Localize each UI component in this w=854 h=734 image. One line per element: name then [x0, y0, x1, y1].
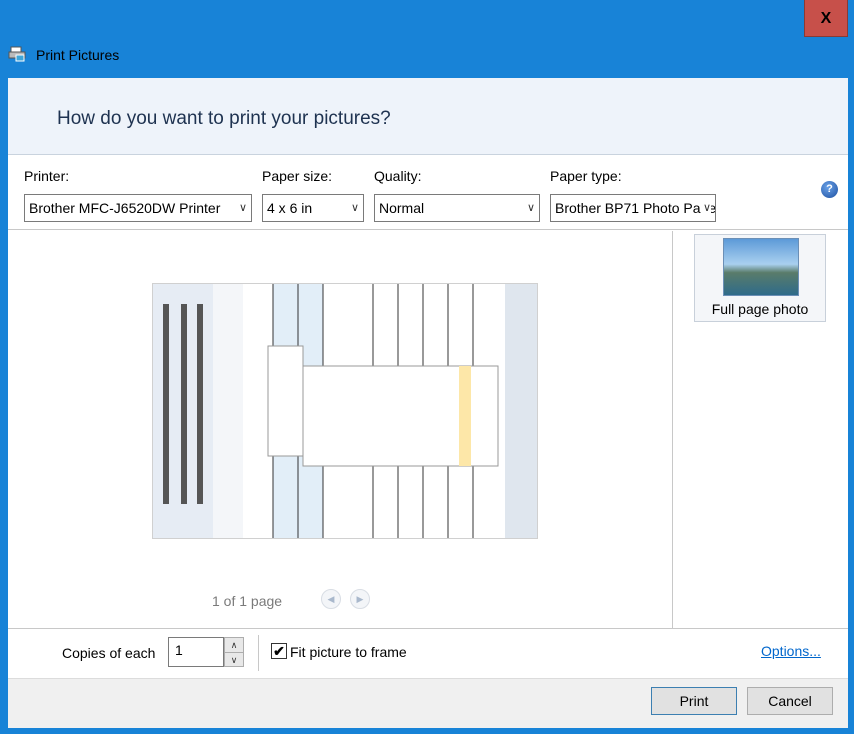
page-indicator: 1 of 1 page [212, 593, 283, 609]
increment-button[interactable]: ∧ [225, 638, 243, 652]
copies-label: Copies of each [62, 645, 156, 661]
dialog-body: How do you want to print your pictures? … [8, 78, 848, 728]
close-button[interactable]: X [804, 0, 848, 37]
document-thumbnail [153, 284, 537, 538]
copies-stepper[interactable]: ∧ ∨ [224, 637, 244, 667]
chevron-down-icon: ∨ [236, 195, 247, 221]
cancel-button[interactable]: Cancel [747, 687, 833, 715]
landscape-thumbnail-icon [723, 238, 799, 296]
dialog-footer: Print Cancel [8, 678, 848, 728]
paper-type-label: Paper type: [550, 168, 622, 184]
printer-label: Printer: [24, 168, 70, 184]
quality-label: Quality: [374, 168, 422, 184]
chevron-down-icon: ∨ [524, 195, 535, 221]
window-title: Print Pictures [36, 47, 120, 63]
paper-size-value: 4 x 6 in [267, 200, 313, 216]
chevron-down-icon: ∨ [348, 195, 359, 221]
paper-size-select[interactable]: 4 x 6 in ∨ [262, 194, 364, 222]
copies-input[interactable]: 1 [168, 637, 224, 667]
printer-select[interactable]: Brother MFC-J6520DW Printer ∨ [24, 194, 252, 222]
layout-full-page-photo[interactable]: Full page photo [694, 234, 826, 322]
divider [672, 231, 673, 628]
print-settings: Printer: Brother MFC-J6520DW Printer ∨ Pa… [8, 155, 848, 230]
print-button[interactable]: Print [651, 687, 737, 715]
options-bar: Copies of each 1 ∧ ∨ ✔ Fit picture to fr… [8, 628, 848, 678]
decrement-button[interactable]: ∨ [225, 652, 243, 666]
printer-icon [8, 46, 26, 62]
options-link[interactable]: Options... [761, 643, 821, 659]
fit-picture-checkbox[interactable]: ✔ [271, 643, 287, 659]
quality-value: Normal [379, 200, 425, 216]
quality-select[interactable]: Normal ∨ [374, 194, 540, 222]
layout-label: Full page photo [711, 301, 809, 317]
fit-picture-label: Fit picture to frame [290, 644, 407, 660]
paper-type-select[interactable]: Brother BP71 Photo Paper ∨ [550, 194, 716, 222]
divider [258, 635, 259, 671]
previous-page-button[interactable]: ◀ [321, 589, 341, 609]
dialog-header: How do you want to print your pictures? [8, 78, 848, 155]
page-title: How do you want to print your pictures? [57, 108, 391, 129]
printer-value: Brother MFC-J6520DW Printer [29, 200, 221, 216]
paper-size-label: Paper size: [262, 168, 333, 184]
question-icon[interactable]: ? [821, 181, 838, 198]
preview-image [152, 283, 538, 539]
preview-area: 1 of 1 page ◀ ▶ [8, 231, 672, 628]
title-bar: X Print Pictures [0, 0, 854, 78]
next-page-button[interactable]: ▶ [350, 589, 370, 609]
chevron-down-icon: ∨ [700, 195, 711, 221]
paper-type-value: Brother BP71 Photo Paper [555, 200, 716, 216]
